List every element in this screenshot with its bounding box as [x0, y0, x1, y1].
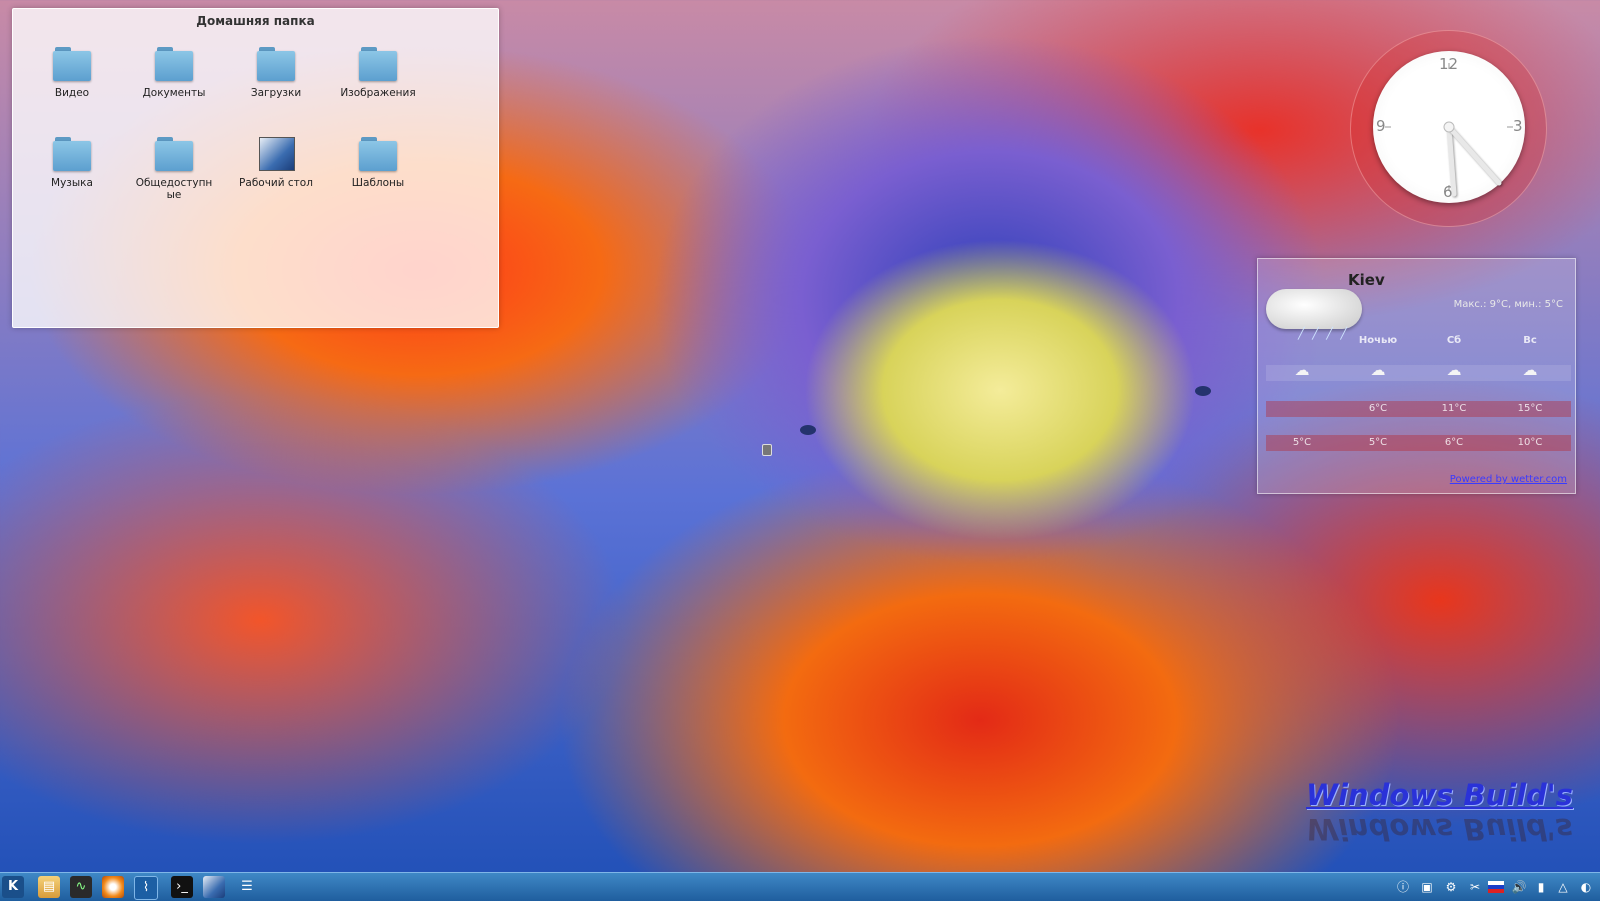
analog-clock-widget[interactable]: 12 3 6 9 — [1350, 30, 1547, 227]
folder-item-public[interactable]: Общедоступн ые — [127, 137, 221, 201]
weather-max-min: Макс.: 9°C, мин.: 5°C — [1453, 299, 1563, 310]
clipboard-icon[interactable]: ▣ — [1418, 878, 1436, 896]
folder-item-downloads[interactable]: Загрузки — [229, 47, 323, 99]
volume-icon[interactable]: 🔊 — [1510, 878, 1528, 896]
folder-item-documents[interactable]: Документы — [127, 47, 221, 99]
wallpaper-marker — [762, 444, 772, 456]
clock-numeral-6: 6 — [1443, 183, 1453, 201]
cloud-rain-icon: ☁ — [1446, 361, 1462, 379]
folder-label: Шаблоны — [351, 177, 405, 189]
folder-label: Рабочий стол — [239, 177, 313, 189]
folder-label: Документы — [142, 87, 206, 99]
clock-numeral-9: 9 — [1376, 117, 1386, 135]
battery-icon[interactable]: ▮ — [1532, 878, 1550, 896]
desktop-icon[interactable] — [203, 876, 225, 898]
folder-icon — [53, 137, 91, 171]
folder-item-pictures[interactable]: Изображения — [331, 47, 425, 99]
folder-view-title: Домашняя папка — [196, 14, 315, 28]
watermark-reflection: Windows Build's — [1306, 812, 1573, 846]
keyboard-layout-flag-icon[interactable] — [1488, 881, 1504, 893]
weather-day-3: Вс — [1523, 335, 1537, 346]
scissors-icon[interactable]: ✂ — [1466, 878, 1484, 896]
weather-powered-by-link[interactable]: Powered by wetter.com — [1450, 474, 1567, 485]
stack-icon[interactable]: ☰ — [236, 876, 258, 898]
clock-face: 12 3 6 9 — [1373, 51, 1525, 203]
folder-icon — [359, 137, 397, 171]
folder-item-templates[interactable]: Шаблоны — [331, 137, 425, 189]
folder-icon — [155, 137, 193, 171]
system-monitor-icon[interactable]: ∿ — [70, 876, 92, 898]
weather-day-2: Сб — [1446, 335, 1462, 346]
network-icon[interactable]: ⚙ — [1442, 878, 1460, 896]
wallpaper-insect — [1195, 386, 1211, 396]
weather-high-3: 15°C — [1517, 403, 1543, 414]
folder-label: Музыка — [51, 177, 93, 189]
weather-high-1: 6°C — [1368, 403, 1388, 414]
weather-low-3: 10°C — [1517, 437, 1543, 448]
folder-icon — [359, 47, 397, 81]
weather-low-1: 5°C — [1368, 437, 1388, 448]
folder-view-widget[interactable]: Домашняя папка Видео Документы Загрузки … — [12, 8, 499, 328]
clock-minute-hand — [1446, 124, 1502, 186]
folder-icon — [53, 47, 91, 81]
folder-label: Изображения — [340, 87, 416, 99]
weather-current-cloud-icon — [1266, 289, 1362, 329]
expand-tray-icon[interactable]: △ — [1554, 878, 1572, 896]
folder-label-line2: ые — [166, 189, 182, 201]
weather-widget[interactable]: ╱ ╱ ╱ ╱ Kiev Макс.: 9°C, мин.: 5°C Ночью… — [1257, 258, 1576, 494]
weather-low-0: 5°C — [1292, 437, 1312, 448]
activity-graph-icon[interactable]: ⌇ — [134, 876, 158, 900]
folder-icon — [257, 47, 295, 81]
weather-low-2: 6°C — [1444, 437, 1464, 448]
folder-item-desktop[interactable]: Рабочий стол — [229, 137, 323, 189]
cashew-icon[interactable]: ◐ — [1578, 878, 1594, 896]
clock-hands-svg — [1385, 63, 1513, 197]
browser-icon[interactable] — [102, 876, 124, 898]
kde-menu-icon[interactable]: K — [2, 876, 24, 898]
folder-item-music[interactable]: Музыка — [25, 137, 119, 189]
info-icon[interactable]: ⓘ — [1394, 878, 1412, 896]
weather-city: Kiev — [1348, 271, 1385, 289]
cloud-icon: ☁ — [1370, 361, 1386, 379]
watermark-text: Windows Build's — [1306, 778, 1573, 812]
folder-label-line1: Общедоступн — [135, 177, 213, 189]
file-manager-icon[interactable]: ▤ — [38, 876, 60, 898]
cloud-rain-icon: ☁ — [1522, 361, 1538, 379]
folder-label: Загрузки — [250, 87, 302, 99]
cloud-rain-icon: ☁ — [1294, 361, 1310, 379]
clock-numeral-12: 12 — [1439, 55, 1459, 73]
weather-high-2: 11°C — [1441, 403, 1467, 414]
terminal-icon[interactable]: ›_ — [171, 876, 193, 898]
weather-rain-icon: ╱ ╱ ╱ ╱ — [1298, 327, 1349, 340]
desktop-folder-icon — [257, 137, 295, 171]
folder-label: Видео — [54, 87, 90, 99]
folder-item-video[interactable]: Видео — [25, 47, 119, 99]
folder-icon — [155, 47, 193, 81]
taskbar: K ▤ ∿ ⌇ ›_ ☰ ⓘ ▣ ⚙ ✂ 🔊 ▮ △ ◐ — [0, 872, 1600, 901]
weather-day-1: Ночью — [1358, 335, 1398, 346]
wallpaper-insect — [800, 425, 816, 435]
clock-numeral-3: 3 — [1513, 117, 1523, 135]
